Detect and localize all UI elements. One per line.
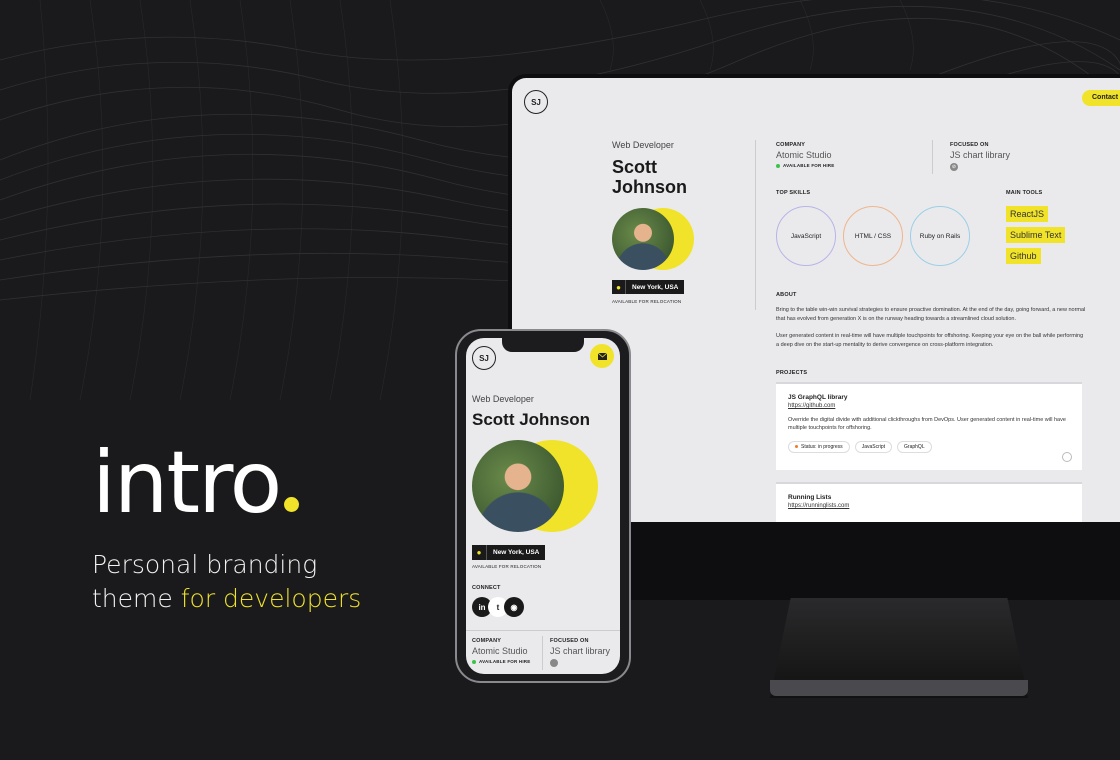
avatar-photo — [472, 440, 564, 532]
project-title: JS GraphQL library — [788, 394, 848, 401]
brand-logo: intro — [92, 440, 361, 526]
brand-logo-dot — [284, 497, 300, 512]
info-divider — [542, 636, 543, 670]
compass-icon — [550, 659, 558, 667]
skill-circle: JavaScript — [776, 206, 836, 266]
top-skills-label: TOP SKILLS — [776, 190, 811, 196]
project-description: Override the digital divide with additio… — [788, 417, 1066, 432]
focused-label: FOCUSED ON — [550, 638, 589, 644]
brand-tagline: Personal branding theme for developers — [92, 548, 361, 616]
logo-initials[interactable]: SJ — [524, 90, 548, 114]
about-paragraph-2: User generated content in real-time will… — [776, 333, 1084, 348]
skill-circle: HTML / CSS — [843, 206, 903, 266]
company-label: COMPANY — [472, 638, 502, 644]
tagline-highlight: for developers — [180, 584, 362, 613]
company-label: COMPANY — [776, 142, 806, 148]
focused-label: FOCUSED ON — [950, 142, 989, 148]
company-name: Atomic Studio — [472, 646, 528, 656]
tech-tag: GraphQL — [897, 440, 932, 453]
hire-status: AVAILABLE FOR HIRE — [472, 659, 530, 664]
profile-name: Scott Johnson — [472, 410, 591, 429]
github-icon[interactable] — [1062, 452, 1072, 462]
project-card[interactable]: Running Lists https://runninglists.com — [776, 482, 1082, 522]
profile-name: Scott Johnson — [612, 157, 687, 198]
logo-initials[interactable]: SJ — [472, 346, 496, 370]
tool-tag: Github — [1006, 248, 1041, 264]
main-tools-label: MAIN TOOLS — [1006, 190, 1043, 196]
last-name: Johnson — [612, 176, 687, 197]
column-divider — [755, 140, 756, 310]
relocation-label: AVAILABLE FOR RELOCATION — [612, 299, 682, 304]
mobile-screen: SJ Web Developer Scott Johnson ● New Yor… — [466, 338, 620, 674]
tool-tag: Sublime Text — [1006, 227, 1066, 243]
github-icon[interactable]: ◉ — [504, 597, 524, 617]
relocation-label: AVAILABLE FOR RELOCATION — [472, 564, 542, 569]
connect-label: CONNECT — [472, 585, 501, 591]
company-block: COMPANY Atomic Studio AVAILABLE FOR HIRE — [776, 142, 834, 168]
avatar-photo — [612, 208, 674, 270]
tagline-line-1: Personal branding — [92, 550, 318, 579]
company-block: COMPANY Atomic Studio AVAILABLE FOR HIRE — [472, 638, 530, 664]
tool-tag: ReactJS — [1006, 206, 1049, 222]
status-dot-icon — [795, 445, 798, 448]
company-name: Atomic Studio — [776, 150, 832, 160]
tagline-line-2: theme for developers — [92, 584, 362, 613]
status-dot-icon — [472, 659, 476, 664]
project-tags: Status: in progress JavaScript GraphQL — [788, 440, 1070, 453]
about-paragraph-1: Bring to the table win-win survival stra… — [776, 307, 1086, 322]
mail-icon[interactable] — [590, 344, 614, 368]
brand-block: intro Personal branding theme for develo… — [92, 440, 361, 616]
location-badge: ● New York, USA — [612, 280, 685, 294]
divider — [466, 630, 620, 631]
about-label: ABOUT — [776, 292, 797, 298]
focused-block: FOCUSED ON JS chart library — [550, 638, 610, 667]
status-dot-icon — [776, 163, 780, 168]
skill-circle: Ruby on Rails — [910, 206, 970, 266]
location-text: New York, USA — [632, 283, 679, 291]
hire-status: AVAILABLE FOR HIRE — [776, 163, 834, 168]
first-name: Scott — [612, 157, 657, 177]
role-title: Web Developer — [472, 394, 534, 404]
location-badge: ● New York, USA — [472, 545, 546, 560]
monitor-stand-base — [770, 680, 1028, 696]
project-link[interactable]: https://runninglists.com — [788, 503, 1070, 509]
project-link[interactable]: https://github.com — [788, 403, 1070, 409]
location-pin-icon: ● — [612, 280, 626, 294]
tech-tag: JavaScript — [854, 440, 893, 453]
focused-block: FOCUSED ON JS chart library ⊘ — [950, 142, 1010, 171]
compass-icon: ⊘ — [950, 163, 958, 171]
role-title: Web Developer — [612, 140, 674, 150]
location-text: New York, USA — [493, 549, 540, 556]
project-title: Running Lists — [788, 494, 832, 501]
status-tag: Status: in progress — [788, 440, 850, 453]
focused-value: JS chart library — [550, 646, 611, 656]
info-divider — [932, 140, 933, 174]
projects-label: PROJECTS — [776, 370, 808, 376]
project-card[interactable]: JS GraphQL library https://github.com Ov… — [776, 382, 1082, 470]
focused-value: JS chart library — [950, 150, 1011, 160]
location-pin-icon: ● — [472, 545, 487, 560]
contact-button[interactable]: Contact m — [1082, 90, 1120, 106]
phone-notch — [502, 338, 584, 352]
